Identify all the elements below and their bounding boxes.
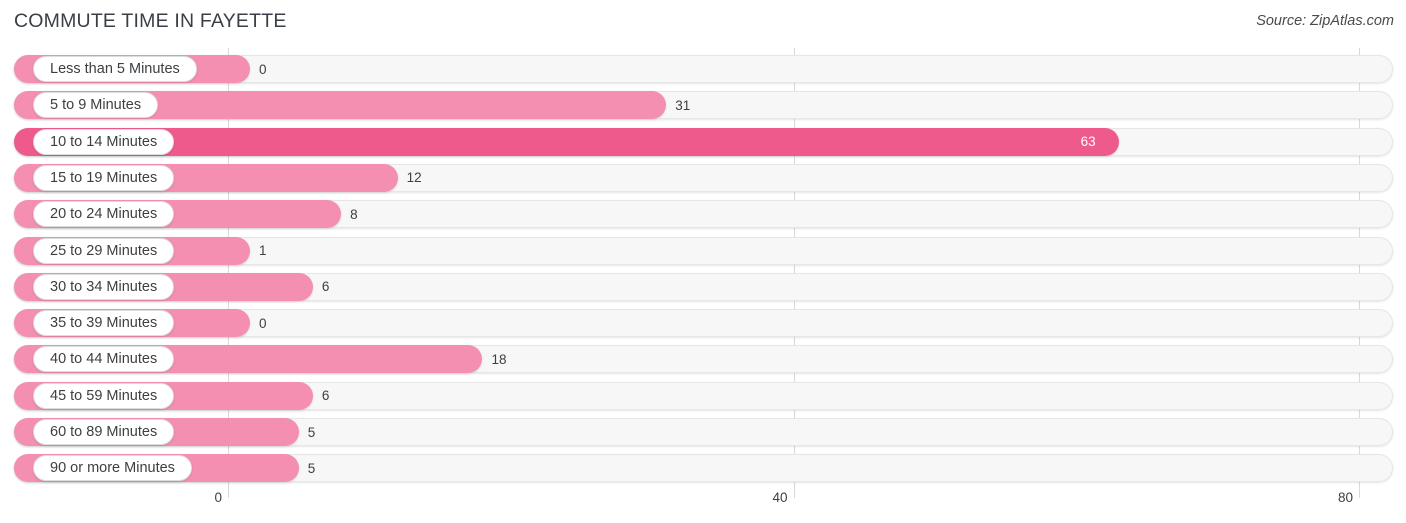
bar-value-label: 0 bbox=[259, 315, 267, 331]
category-label: 45 to 59 Minutes bbox=[33, 382, 175, 409]
category-label: 25 to 29 Minutes bbox=[33, 237, 175, 264]
plot-area: Less than 5 Minutes 0 5 to 9 Minutes 31 10 t… bbox=[0, 48, 1406, 498]
bar-row[interactable]: 35 to 39 Minutes 0 bbox=[14, 309, 1393, 338]
bar-row[interactable]: Less than 5 Minutes 0 bbox=[14, 55, 1393, 83]
bar-row[interactable]: 20 to 24 Minutes 8 bbox=[14, 200, 1393, 229]
bar-value-label: 1 bbox=[259, 243, 267, 258]
source-attribution: Source: ZipAtlas.com bbox=[1256, 13, 1394, 29]
x-axis-tick-label: 80 bbox=[1337, 490, 1353, 505]
bar-row[interactable]: 5 to 9 Minutes 31 bbox=[14, 91, 1393, 120]
category-label: 20 to 24 Minutes bbox=[33, 201, 175, 228]
chart-root: COMMUTE TIME IN FAYETTE Source: ZipAtlas… bbox=[0, 0, 1406, 523]
bar-value-label: 0 bbox=[259, 61, 267, 77]
category-label: 5 to 9 Minutes bbox=[33, 92, 159, 119]
bar-value-label: 6 bbox=[321, 388, 330, 404]
category-label: 40 to 44 Minutes bbox=[33, 346, 175, 373]
x-axis-tick-label: 0 bbox=[214, 490, 222, 505]
bar-value-label: 5 bbox=[307, 424, 316, 440]
bar-row[interactable]: 90 or more Minutes 5 bbox=[14, 454, 1393, 483]
bar-row[interactable]: 60 to 89 Minutes 5 bbox=[14, 418, 1393, 446]
category-label: 60 to 89 Minutes bbox=[33, 419, 175, 445]
bar-row[interactable]: 15 to 19 Minutes 12 bbox=[14, 163, 1393, 192]
bar-value-label-inside: 63 bbox=[1080, 134, 1096, 150]
bar-fill[interactable] bbox=[14, 127, 1119, 156]
x-axis: 0 40 80 bbox=[0, 488, 1406, 523]
category-label: 15 to 19 Minutes bbox=[33, 164, 175, 191]
bar-row[interactable]: 25 to 29 Minutes 1 bbox=[14, 236, 1393, 265]
bar-row[interactable]: 40 to 44 Minutes 18 bbox=[14, 345, 1393, 374]
category-label: 35 to 39 Minutes bbox=[33, 310, 175, 337]
category-label: 30 to 34 Minutes bbox=[33, 273, 175, 300]
bar-value-label: 5 bbox=[307, 460, 316, 476]
bar-row[interactable]: 10 to 14 Minutes 63 bbox=[14, 127, 1393, 156]
bar-row[interactable]: 45 to 59 Minutes 6 bbox=[14, 381, 1393, 410]
bar-row[interactable]: 30 to 34 Minutes 6 bbox=[14, 272, 1393, 301]
bar-value-label: 18 bbox=[491, 351, 507, 367]
page-title: COMMUTE TIME IN FAYETTE bbox=[14, 10, 287, 32]
bar-value-label: 8 bbox=[350, 206, 358, 222]
bar-value-label: 12 bbox=[406, 170, 422, 186]
x-axis-tick-label: 40 bbox=[772, 490, 788, 505]
category-label: 10 to 14 Minutes bbox=[33, 128, 175, 155]
bar-value-label: 31 bbox=[675, 97, 691, 113]
category-label: Less than 5 Minutes bbox=[33, 56, 197, 82]
bar-value-label: 6 bbox=[321, 279, 330, 295]
category-label: 90 or more Minutes bbox=[33, 455, 192, 482]
